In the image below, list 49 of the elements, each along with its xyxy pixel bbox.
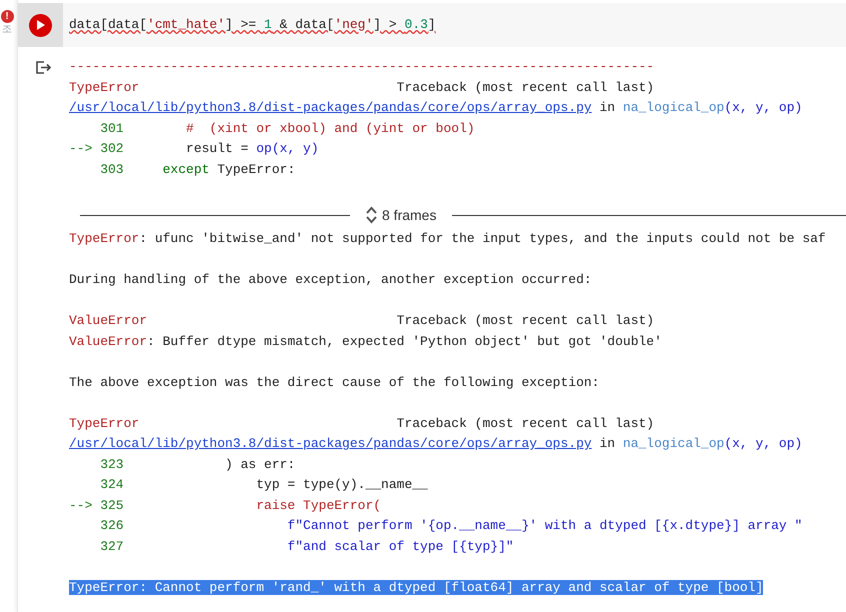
line-number: 327 — [99, 538, 124, 554]
code-text: typ = type(y).__name__ — [255, 477, 428, 492]
error-text: TypeError — [69, 416, 140, 430]
error-text: --------------------------------------------------------------------------- — [69, 59, 654, 74]
code-text: The above exception was the direct cause of the following exception: — [69, 374, 600, 390]
error-text: raise TypeError( — [255, 498, 382, 512]
function-link[interactable]: na_logical_op — [622, 436, 724, 451]
code-input[interactable]: data[data['cmt_hate'] >= 1 & data['neg'] > 0.3] — [63, 3, 846, 47]
error-text: TypeError — [69, 231, 140, 246]
code-text: TypeError: — [216, 162, 296, 176]
expand-icon — [366, 206, 377, 224]
code-text: f"and scalar of type [{typ}]" — [286, 538, 514, 554]
error-text: # (xint or xbool) and (yint or bool) — [185, 120, 475, 136]
line-number: 301 — [99, 120, 124, 136]
code-text: op(x, y) — [256, 141, 319, 156]
code-text: Traceback (most recent call last) — [396, 80, 654, 94]
code-text: f"Cannot perform '{op.__name__}' with a dtyped [{x.dtype}] array " — [286, 518, 802, 533]
code-text: During handling of the above exception, another exception occurred: — [69, 272, 592, 287]
keyword-text: except — [162, 162, 210, 176]
line-number: 323 — [99, 456, 124, 472]
line-number: --> 325 — [69, 498, 124, 512]
output-icon[interactable] — [36, 61, 51, 74]
code-text: in — [598, 100, 616, 115]
code-text: : ufunc 'bitwise_and' not supported for the input types, and the inputs could not be saf — [139, 231, 826, 246]
code-text: ) as err: — [224, 456, 296, 472]
error-text: ValueError — [69, 334, 148, 348]
code-text: Traceback (most recent call last) — [396, 313, 654, 328]
error-text: ValueError — [69, 313, 148, 328]
error-badge: ! — [0, 10, 14, 23]
code-text: result = — [185, 141, 250, 156]
file-link[interactable]: /usr/local/lib/python3.8/dist-packages/pandas/core/ops/array_ops.py — [69, 100, 592, 115]
frames-toggle[interactable]: 8 frames — [360, 204, 442, 226]
line-number: 303 — [99, 162, 124, 176]
file-link[interactable]: /usr/local/lib/python3.8/dist-packages/pandas/core/ops/array_ops.py — [69, 436, 592, 451]
code-line: data[data['cmt_hate'] >= 1 & data['neg'] > 0.3] — [69, 16, 436, 34]
run-button[interactable] — [29, 14, 52, 36]
function-link[interactable]: na_logical_op — [622, 100, 724, 115]
side-label: 조 — [2, 24, 12, 36]
code-text: (x, y, op) — [724, 436, 802, 451]
error-text: TypeError — [69, 80, 140, 94]
code-text: (x, y, op) — [724, 100, 802, 115]
code-text: : Buffer dtype mismatch, expected 'Python object' but got 'double' — [147, 334, 662, 348]
line-number: --> 302 — [69, 141, 124, 156]
line-number: 324 — [99, 477, 124, 492]
code-text: Traceback (most recent call last) — [396, 416, 654, 430]
code-text: in — [598, 436, 616, 451]
play-icon — [36, 20, 45, 30]
line-number: 326 — [99, 518, 124, 533]
selected-error-text: TypeError: Cannot perform 'rand_' with a dtyped [float64] array and scalar of type [bool] — [69, 580, 764, 594]
